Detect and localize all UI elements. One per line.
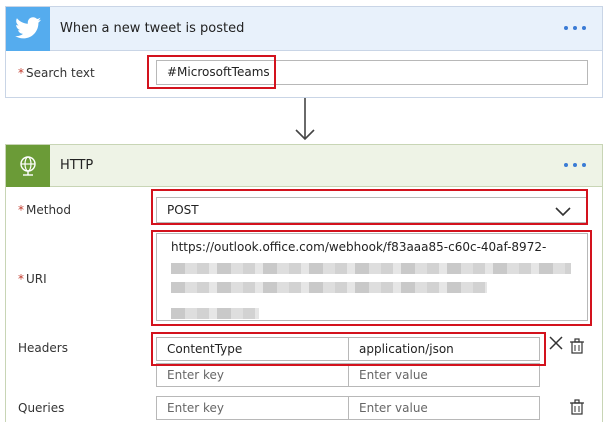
tweet-trigger-title: When a new tweet is posted [60, 21, 245, 36]
queries-label: Queries [18, 401, 65, 415]
twitter-icon [6, 7, 50, 51]
headers-label: Headers [18, 341, 68, 355]
method-label: * Method [18, 203, 71, 217]
uri-redacted-line [171, 308, 259, 319]
method-value: POST [167, 203, 199, 217]
http-action-title: HTTP [60, 158, 94, 173]
header-key-input[interactable]: ContentType [157, 338, 348, 360]
globe-icon [6, 145, 50, 187]
required-asterisk: * [18, 66, 24, 80]
more-icon[interactable] [564, 155, 590, 175]
header-value-input[interactable]: application/json [349, 338, 539, 360]
tweet-trigger-card: When a new tweet is posted * Search text … [5, 6, 603, 98]
more-icon[interactable] [564, 18, 590, 38]
search-text-label-text: Search text [26, 66, 95, 80]
header-new-row: Enter key Enter value [156, 363, 540, 387]
close-icon[interactable] [548, 335, 564, 351]
http-action-header[interactable]: HTTP [6, 145, 602, 187]
delete-icon[interactable] [569, 399, 585, 415]
method-select[interactable]: POST [156, 197, 588, 223]
query-row: Enter key Enter value [156, 396, 540, 420]
search-text-label: * Search text [18, 66, 95, 80]
http-action-card: HTTP * Method POST * URI https://outlook.o… [5, 144, 603, 422]
query-value-input[interactable]: Enter value [349, 397, 539, 419]
required-asterisk: * [18, 272, 24, 286]
header-new-key-input[interactable]: Enter key [157, 364, 348, 386]
required-asterisk: * [18, 203, 24, 217]
tweet-trigger-header[interactable]: When a new tweet is posted [6, 7, 602, 51]
search-text-value: #MicrosoftTeams [167, 65, 270, 79]
uri-redacted-line [171, 263, 571, 274]
header-row: ContentType application/json [156, 337, 540, 361]
uri-label-text: URI [26, 272, 47, 286]
header-new-value-input[interactable]: Enter value [349, 364, 539, 386]
query-key-input[interactable]: Enter key [157, 397, 348, 419]
down-arrow-icon [295, 98, 315, 141]
search-text-input[interactable]: #MicrosoftTeams [156, 60, 588, 85]
uri-redacted-line [171, 282, 487, 293]
chevron-down-icon[interactable] [555, 207, 571, 217]
uri-label: * URI [18, 272, 47, 286]
uri-value: https://outlook.office.com/webhook/f83aa… [171, 240, 547, 254]
uri-input[interactable]: https://outlook.office.com/webhook/f83aa… [156, 233, 588, 321]
method-label-text: Method [26, 203, 72, 217]
delete-icon[interactable] [569, 338, 585, 354]
